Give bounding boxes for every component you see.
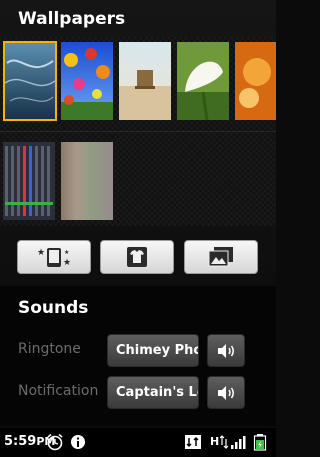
wallpaper-thumb-lily[interactable] [177,42,229,120]
sounds-title: Sounds [18,298,89,318]
svg-text:★: ★ [63,258,71,268]
wallpaper-thumb-desert[interactable] [119,42,171,120]
svg-text:★: ★ [64,249,69,256]
gallery-button[interactable] [184,240,258,274]
wallpaper-thumb-aurora[interactable] [3,41,57,121]
notification-preview-button[interactable] [207,376,245,409]
wallpaper-actions: ★ ★ ★ [0,240,276,276]
sparkle-phone-icon: ★ ★ ★ [37,248,71,268]
signal-strength-icon [231,436,246,449]
ringtone-preview-button[interactable] [207,334,245,367]
speaker-icon [218,343,234,358]
wallpapers-title: Wallpapers [18,9,126,29]
ringtone-select-button[interactable]: Chimey Phone [107,334,199,367]
status-bar: 5:59PM H [0,428,276,457]
row-divider [0,131,276,132]
live-wallpaper-button[interactable]: ★ ★ ★ [17,240,91,274]
wallpaper-grid [0,36,276,226]
data-transfer-icon [185,435,201,449]
pictures-icon [208,247,233,267]
speaker-icon [218,385,234,400]
data-arrows-icon [220,435,228,449]
status-time-value: 5:59 [4,434,37,449]
info-icon [71,435,85,449]
wallpaper-thumb-pixels[interactable] [3,142,55,220]
theme-button[interactable] [100,240,174,274]
network-type: H [210,435,220,448]
battery-charging-icon [253,434,267,451]
wallpaper-thumb-balloons[interactable] [61,42,113,120]
alarm-clock-icon [47,433,63,451]
screen: Wallpapers ★ ★ ★ Sounds Ringtone Chimey … [0,0,276,457]
svg-text:★: ★ [37,248,45,258]
notification-select-button[interactable]: Captain's Log [107,376,199,409]
shirt-icon [127,247,147,267]
ringtone-label: Ringtone [18,341,81,357]
wallpaper-thumb-orange[interactable] [235,42,276,120]
wallpaper-thumb-stripes[interactable] [61,142,113,220]
notification-label: Notification [18,383,99,399]
